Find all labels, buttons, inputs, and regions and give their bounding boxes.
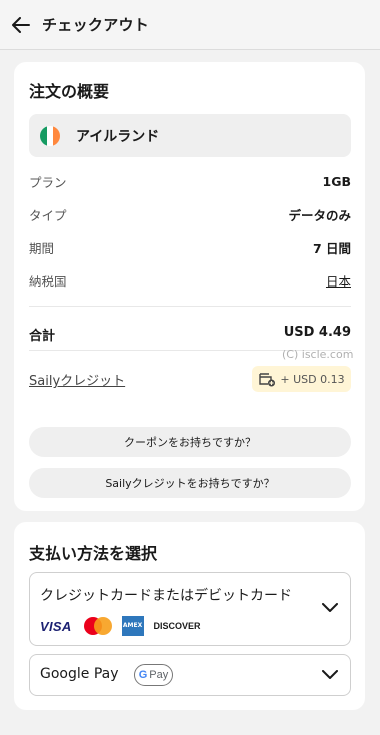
chevron-down-icon: [322, 670, 338, 679]
page-title: チェックアウト: [42, 16, 150, 34]
card-option-label: クレジットカードまたはデビットカード: [40, 588, 292, 604]
type-label: タイプ: [29, 207, 67, 223]
saily-credit-link[interactable]: Sailyクレジット: [29, 370, 125, 389]
discover-logo: DISCOVER: [153, 621, 201, 631]
google-g-icon: G: [138, 669, 148, 681]
divider: [29, 306, 351, 307]
tax-country-link[interactable]: 日本: [326, 271, 351, 290]
visa-logo: VISA: [40, 618, 72, 634]
watermark: (C) iscle.com: [282, 348, 354, 361]
wallet-plus-icon: [259, 373, 276, 387]
top-bar: チェックアウト: [0, 0, 380, 50]
duration-row: 期間 7 日間: [29, 237, 351, 257]
duration-label: 期間: [29, 240, 55, 256]
saily-credit-button[interactable]: Sailyクレジットをお持ちですか？: [29, 468, 351, 498]
plan-value: 1GB: [322, 173, 352, 189]
payment-title: 支払い方法を選択: [29, 544, 158, 563]
type-row: タイプ データのみ: [29, 204, 351, 224]
arrow-left-icon: [12, 16, 30, 33]
tax-country-label: 納税国: [29, 273, 67, 289]
chevron-down-icon: [322, 603, 338, 612]
google-pay-option[interactable]: Google Pay G Pay: [29, 654, 351, 696]
back-button[interactable]: [0, 0, 42, 50]
country-box: アイルランド: [29, 114, 351, 157]
credit-badge: + USD 0.13: [252, 366, 351, 392]
total-value: USD 4.49: [283, 325, 351, 340]
ireland-flag-icon: [40, 125, 60, 146]
duration-value: 7 日間: [312, 240, 351, 256]
card-payment-option[interactable]: クレジットカードまたはデビットカード VISA AMEX DISCOVER: [29, 572, 351, 646]
plan-row: プラン 1GB: [29, 171, 351, 191]
total-label: 合計: [29, 329, 56, 344]
gpay-badge-label: Pay: [149, 669, 169, 681]
plan-label: プラン: [29, 174, 67, 190]
tax-country-row: 納税国 日本: [29, 270, 351, 290]
type-value: データのみ: [288, 207, 351, 223]
country-name: アイルランド: [76, 128, 160, 145]
amex-logo: AMEX: [121, 616, 144, 636]
card-logos: VISA AMEX DISCOVER: [40, 616, 201, 636]
order-summary-title: 注文の概要: [29, 82, 110, 101]
coupon-button[interactable]: クーポンをお持ちですか？: [29, 427, 351, 457]
mastercard-logo-icon: [83, 617, 112, 635]
credit-value: + USD 0.13: [280, 372, 345, 386]
total-row: 合計 USD 4.49: [29, 325, 351, 344]
google-pay-label: Google Pay: [40, 666, 119, 682]
google-pay-badge: G Pay: [134, 664, 173, 686]
